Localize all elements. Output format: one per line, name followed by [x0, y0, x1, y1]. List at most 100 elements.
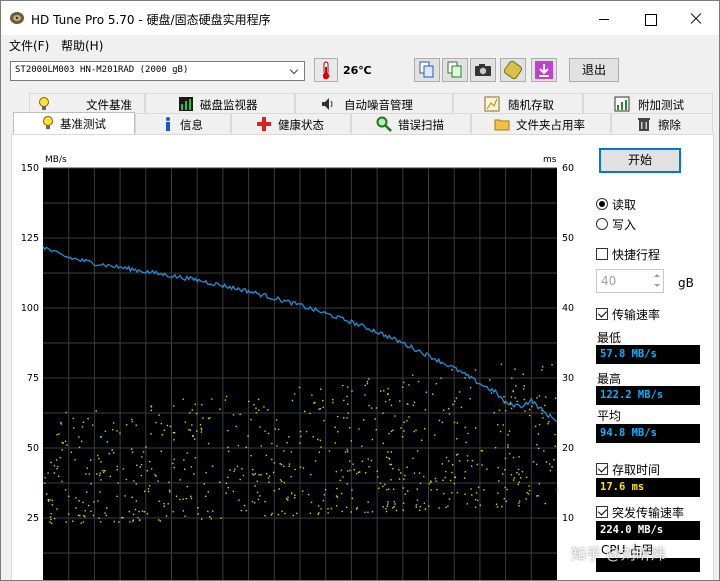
download-icon[interactable]: [531, 58, 557, 82]
access-time-point: [79, 514, 81, 517]
access-time-point: [163, 502, 165, 505]
access-time-point: [368, 404, 370, 407]
maximize-button[interactable]: [627, 1, 673, 35]
access-time-point: [469, 398, 471, 400]
access-time-point: [59, 456, 62, 459]
access-time-point: [388, 458, 391, 460]
exit-button[interactable]: 退出: [569, 58, 619, 82]
access-time-point: [428, 482, 431, 485]
access-time-point: [387, 393, 389, 395]
access-time-point: [379, 482, 382, 484]
access-time-point: [415, 429, 417, 431]
access-time-point: [302, 490, 304, 492]
y-left-tick-label: 25: [27, 513, 39, 524]
burst-rate-checkbox[interactable]: [596, 506, 608, 518]
access-time-point: [351, 497, 354, 499]
spin-down-icon[interactable]: [650, 281, 663, 292]
access-time-point: [131, 496, 133, 498]
access-time-point: [292, 514, 295, 517]
tab-benchmark[interactable]: 基准测试: [13, 112, 135, 134]
access-time-point: [424, 409, 427, 411]
access-time-point: [346, 448, 348, 451]
access-time-point: [556, 489, 559, 491]
access-time-point: [448, 413, 451, 415]
access-time-point: [375, 428, 377, 431]
access-time-point: [242, 474, 245, 477]
access-time-point: [470, 465, 473, 467]
access-time-point: [154, 474, 156, 476]
tab-info[interactable]: 信息: [135, 113, 231, 133]
access-time-point: [513, 477, 516, 479]
access-time-point: [161, 434, 164, 436]
access-time-point: [75, 507, 77, 509]
access-time-checkbox[interactable]: [596, 463, 608, 475]
spin-up-icon[interactable]: [650, 270, 663, 281]
access-time-point: [225, 492, 227, 494]
access-time-point: [139, 466, 142, 468]
tab-erase[interactable]: 擦除: [611, 113, 713, 133]
copy-info-icon[interactable]: [442, 58, 468, 82]
title-bar[interactable]: HD Tune Pro 5.70 - 硬盘/固态硬盘实用程序: [1, 1, 719, 35]
access-time-point: [92, 514, 95, 517]
access-time-point: [279, 479, 282, 481]
access-time-point: [78, 446, 81, 449]
short-stroke-checkbox[interactable]: [596, 248, 608, 260]
access-time-point: [506, 488, 508, 491]
access-time-point: [464, 426, 466, 429]
access-time-point: [57, 475, 60, 478]
tab-aam[interactable]: 自动噪音管理: [295, 93, 453, 113]
access-time-point: [514, 397, 516, 399]
access-time-point: [393, 501, 396, 503]
access-time-point: [272, 471, 275, 474]
access-time-point: [122, 516, 124, 519]
close-button[interactable]: [673, 1, 719, 35]
folder-icon: [494, 119, 510, 131]
access-time-point: [256, 491, 259, 494]
start-button[interactable]: 开始: [599, 148, 681, 173]
thermometer-icon[interactable]: [314, 58, 338, 82]
access-time-point: [132, 513, 135, 516]
access-time-point: [548, 463, 551, 465]
access-time-point: [477, 486, 480, 489]
access-time-point: [136, 464, 138, 467]
minimize-button[interactable]: [581, 1, 627, 35]
access-time-point: [493, 411, 495, 414]
access-time-point: [239, 478, 241, 481]
trash-icon: [638, 118, 650, 131]
access-time-point: [418, 509, 421, 512]
chevron-down-icon[interactable]: [286, 62, 304, 80]
tab-error-scan[interactable]: 错误扫描: [351, 113, 471, 133]
access-time-point: [537, 447, 540, 450]
tab-extra-tests[interactable]: 附加测试: [583, 93, 713, 113]
copy-text-icon[interactable]: [414, 58, 440, 82]
tab-folder-usage[interactable]: 文件夹占用率: [471, 113, 611, 133]
access-time-point: [334, 426, 336, 429]
access-time-point: [412, 457, 414, 460]
access-time-point: [544, 502, 546, 505]
access-time-point: [99, 472, 101, 474]
access-time-point: [371, 438, 374, 441]
tab-health[interactable]: 健康状态: [231, 113, 351, 133]
drive-select[interactable]: ST2000LM003 HN-M201RAD (2000 gB): [10, 61, 305, 81]
access-time-point: [554, 397, 557, 399]
access-time-point: [202, 417, 204, 419]
menu-help[interactable]: 帮助(H): [61, 37, 103, 54]
save-icon[interactable]: [500, 58, 526, 82]
access-time-point: [536, 397, 538, 399]
access-time-point: [524, 410, 526, 412]
access-time-point: [368, 465, 370, 468]
access-time-point: [54, 517, 56, 520]
access-time-point: [290, 451, 293, 453]
read-radio[interactable]: [596, 198, 608, 210]
access-time-point: [412, 404, 415, 406]
tab-random-access[interactable]: 随机存取: [453, 93, 583, 113]
menu-file[interactable]: 文件(F): [9, 37, 49, 54]
write-radio[interactable]: [596, 218, 608, 230]
tab-file-benchmark[interactable]: 文件基准: [29, 93, 145, 113]
transfer-rate-checkbox[interactable]: [596, 308, 608, 320]
access-time-point: [428, 505, 430, 507]
tab-disk-monitor[interactable]: 磁盘监视器: [145, 93, 295, 113]
access-time-point: [527, 493, 530, 495]
access-time-point: [510, 396, 513, 398]
camera-icon[interactable]: [470, 58, 496, 82]
